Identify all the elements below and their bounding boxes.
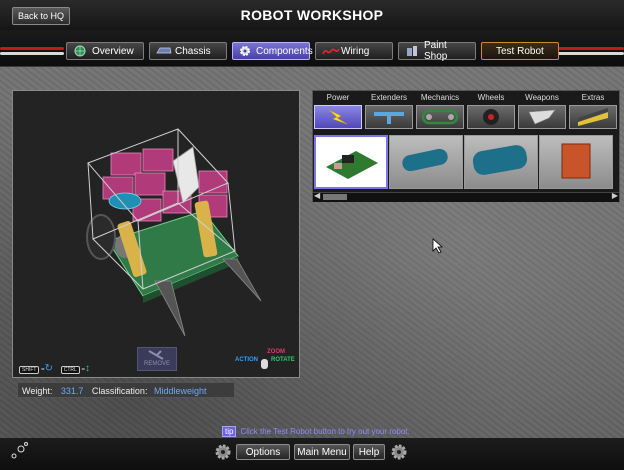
scroll-left-arrow-icon[interactable]: ◀ [314, 191, 320, 200]
blue-cylinder-icon [402, 148, 448, 172]
chassis-icon [156, 45, 172, 57]
component-scrollbar[interactable]: ◀ ▶ [313, 191, 619, 202]
category-label-weapons: Weapons [525, 93, 559, 102]
component-blue-cylinder-large[interactable] [464, 135, 538, 189]
gear-icon [391, 444, 407, 460]
tab-wiring[interactable]: Wiring [315, 42, 393, 60]
classification-label: Classification: [91, 386, 148, 396]
tip-badge: tip [222, 425, 237, 437]
vertical-arrow-icon: ↕ [84, 363, 90, 374]
category-wheels-button[interactable] [467, 105, 515, 129]
tab-label: Wiring [341, 45, 370, 57]
tip-bar: tip Click the Test Robot button to try o… [222, 425, 410, 437]
page-title: ROBOT WORKSHOP [240, 7, 384, 23]
circuit-board-icon [326, 151, 378, 179]
bubbles-icon [11, 442, 28, 459]
tab-label: Test Robot [496, 45, 544, 57]
red-wire-right [558, 47, 624, 50]
rotate-label: ROTATE [271, 357, 295, 363]
test-robot-button[interactable]: Test Robot [481, 42, 559, 60]
blade-icon [528, 109, 556, 125]
weight-value: 331.7 [60, 386, 84, 396]
robot-model [86, 128, 262, 337]
category-weapons-button[interactable] [518, 105, 566, 129]
tab-components[interactable]: Components [232, 42, 313, 60]
chain-icon [421, 109, 459, 125]
cursor-icon [432, 238, 444, 254]
category-label-extenders: Extenders [370, 93, 408, 102]
controls-legend-right: ZOOM ACTION ROTATE [235, 349, 299, 373]
tab-label: Overview [92, 45, 134, 57]
tab-bar: Overview Chassis Components Wiring Paint… [66, 40, 559, 62]
category-mechanics-button[interactable] [416, 105, 464, 129]
component-browser: Power Extenders Mechanics Wheels Weapons… [312, 90, 620, 202]
scroll-right-arrow-icon[interactable]: ▶ [612, 191, 618, 200]
category-label-mechanics: Mechanics [420, 93, 460, 102]
tab-paint-shop[interactable]: Paint Shop [398, 40, 476, 62]
tip-text: Click the Test Robot button to try out y… [240, 426, 410, 436]
category-extras-button[interactable] [569, 105, 617, 129]
battery-box-icon [561, 143, 591, 179]
wire-icon [322, 45, 340, 57]
white-wire-left [0, 52, 64, 55]
classification-value: Middleweight [153, 386, 207, 396]
category-label-power: Power [326, 93, 350, 102]
robot-info-bar: Weight: 331.7 Classification: Middleweig… [17, 382, 235, 398]
ctrl-key: CTRL [60, 366, 80, 374]
mouse-icon [261, 359, 268, 369]
remove-label: REMOVE [143, 361, 170, 367]
category-label-wheels: Wheels [477, 93, 505, 102]
blue-cylinder-large-icon [472, 145, 528, 175]
tab-chassis[interactable]: Chassis [149, 42, 227, 60]
category-extenders-button[interactable] [365, 105, 413, 129]
wrench-icon [148, 350, 164, 360]
component-circuit-board[interactable] [314, 135, 388, 189]
gear-icon [215, 444, 231, 460]
tab-label: Paint Shop [424, 40, 448, 62]
action-label: ACTION [235, 357, 258, 363]
controls-legend-left: SHIFT =↻ CTRL =↕ [19, 363, 90, 374]
extras-icon [578, 108, 608, 126]
options-button[interactable]: Options [236, 444, 290, 460]
help-button[interactable]: Help [353, 444, 385, 460]
gear-icon [239, 45, 251, 57]
tab-overview[interactable]: Overview [66, 42, 144, 60]
zoom-label: ZOOM [267, 349, 285, 355]
rotate-arrow-icon: ↻ [44, 363, 54, 374]
main-menu-button[interactable]: Main Menu [294, 444, 350, 460]
paint-icon [405, 45, 419, 57]
tab-label: Chassis [175, 45, 211, 57]
component-battery-box[interactable] [539, 135, 613, 189]
robot-3d-viewport[interactable]: REMOVE SHIFT =↻ CTRL =↕ ZOOM ACTION ROTA… [12, 90, 300, 378]
remove-button[interactable]: REMOVE [137, 347, 177, 371]
category-label-extras: Extras [581, 93, 605, 102]
component-blue-cylinder-small[interactable] [389, 135, 463, 189]
white-wire-right [558, 52, 624, 55]
wheel-icon [483, 109, 499, 125]
top-bar: Back to HQ ROBOT WORKSHOP [0, 0, 624, 30]
globe-icon [73, 45, 87, 57]
lightning-icon [328, 109, 348, 125]
extender-icon [374, 112, 404, 124]
shift-key: SHIFT [19, 366, 40, 374]
tab-label: Components [256, 45, 313, 57]
red-wire-left [0, 47, 64, 50]
scroll-thumb[interactable] [323, 194, 347, 200]
category-power-button[interactable] [314, 105, 362, 129]
weight-label: Weight: [22, 386, 53, 396]
